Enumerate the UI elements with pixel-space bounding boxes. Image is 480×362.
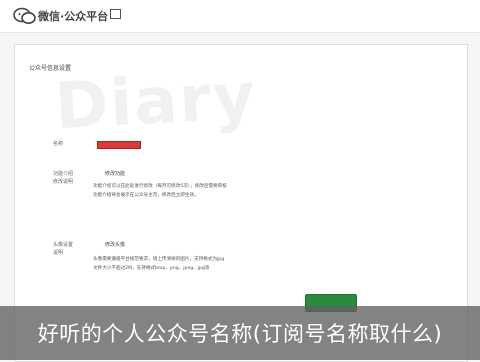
avatar-edit-link[interactable]: 修改头像 — [105, 241, 125, 248]
intro-edit-link[interactable]: 修改功能 — [105, 170, 125, 177]
avatar-hint: 头像需要遵循平台规范要求，请上传清晰的图片，支持格式为jpg 文件大小不超过2M… — [93, 257, 225, 271]
panel-title: 公众号信息设置 — [29, 65, 72, 72]
top-navigation-bar: 微信·公众平台 — [0, 0, 480, 33]
name-label: 名称 — [53, 141, 64, 147]
intro-label: 功能介绍 修改说明 — [53, 171, 74, 185]
caption-overlay: 好听的个人公众号名称(订阅号名称取什么) — [0, 306, 480, 360]
platform-brand-title[interactable]: 微信·公众平台 — [38, 8, 122, 24]
brand-box-icon — [110, 9, 122, 19]
intro-hint: 功能介绍可以在此处进行修改（每月可修改5次），修改后需要审核 功能介绍将会展示在… — [93, 184, 227, 198]
wechat-icon[interactable] — [13, 7, 37, 25]
account-name-value — [97, 141, 141, 149]
avatar-label: 头像设置 说明 — [53, 242, 74, 256]
caption-text: 好听的个人公众号名称(订阅号名称取什么) — [37, 322, 443, 346]
background-watermark: Diary — [53, 59, 259, 145]
